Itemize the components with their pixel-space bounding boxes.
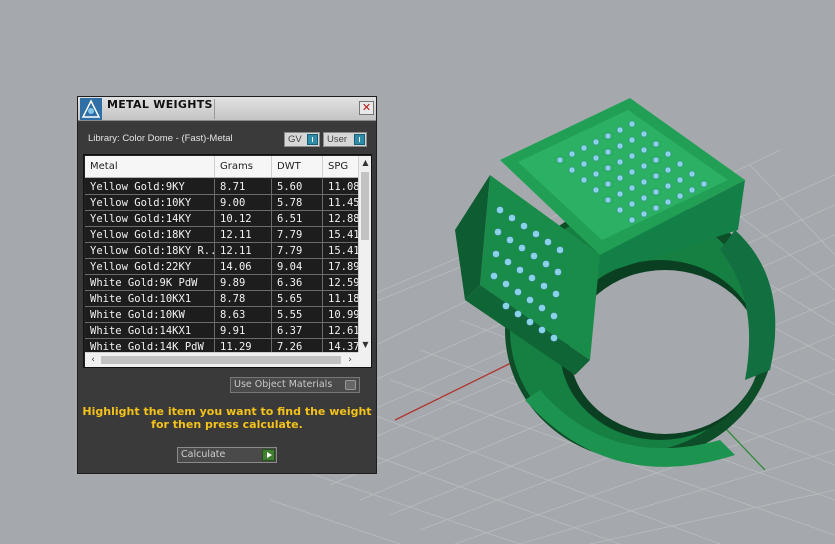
table-body: Yellow Gold:9KY 8.71 5.60 11.08 Yellow Gold… xyxy=(85,179,358,355)
cell-grams: 12.11 xyxy=(215,243,272,258)
table-row[interactable]: Yellow Gold:22KY 14.06 9.04 17.89 xyxy=(85,259,358,275)
cell-metal: Yellow Gold:10KY xyxy=(85,195,215,210)
cell-spg: 10.99 xyxy=(328,309,358,321)
cell-spg: 12.59 xyxy=(328,277,358,289)
scroll-up-icon[interactable]: ▲ xyxy=(360,157,371,169)
cell-spg: 11.08 xyxy=(328,181,358,193)
cell-dwt: 7.79 xyxy=(272,243,323,258)
use-object-materials-label: Use Object Materials xyxy=(234,379,333,390)
cell-spg: 17.89 xyxy=(328,261,358,273)
calculate-label: Calculate xyxy=(181,449,226,460)
gv-toggle-label: GV xyxy=(288,134,302,145)
cell-dwt: 5.78 xyxy=(272,195,323,210)
scroll-down-icon[interactable]: ▼ xyxy=(360,339,371,351)
cell-dwt: 6.37 xyxy=(272,323,323,338)
table-row[interactable]: Yellow Gold:9KY 8.71 5.60 11.08 xyxy=(85,179,358,195)
cell-metal: White Gold:10KW xyxy=(85,307,215,322)
calculate-button[interactable]: Calculate xyxy=(177,447,277,463)
table-row[interactable]: Yellow Gold:18KY 12.11 7.79 15.41 xyxy=(85,227,358,243)
cell-metal: Yellow Gold:9KY xyxy=(85,179,215,194)
cell-metal: Yellow Gold:18KY R... xyxy=(85,243,215,258)
user-toggle-label: User xyxy=(327,134,348,145)
table-row[interactable]: Yellow Gold:18KY R... 12.11 7.79 15.41 xyxy=(85,243,358,259)
play-icon[interactable] xyxy=(262,449,275,461)
cell-grams: 9.00 xyxy=(215,195,272,210)
vertical-scroll-thumb[interactable] xyxy=(361,172,369,240)
gv-toggle[interactable]: GV xyxy=(284,132,320,147)
radio-indicator-icon[interactable] xyxy=(345,380,356,390)
table-row[interactable]: White Gold:9K PdW 9.89 6.36 12.59 xyxy=(85,275,358,291)
metal-table: Metal Grams DWT SPG Yellow Gold:9KY 8.71 5… xyxy=(83,154,372,368)
close-button[interactable]: ✕ xyxy=(359,101,374,115)
cell-dwt: 6.51 xyxy=(272,211,323,226)
cell-grams: 14.06 xyxy=(215,259,272,274)
vertical-scrollbar[interactable]: ▲ ▼ xyxy=(358,156,371,352)
column-header-dwt[interactable]: DWT xyxy=(272,156,323,177)
table-header: Metal Grams DWT SPG xyxy=(85,156,358,178)
help-text-line2: for then press calculate. xyxy=(151,418,303,431)
cell-dwt: 6.36 xyxy=(272,275,323,290)
table-row[interactable]: White Gold:14KX1 9.91 6.37 12.61 xyxy=(85,323,358,339)
library-label: Library: Color Dome - (Fast)-Metal xyxy=(88,133,233,144)
cell-spg: 11.45 xyxy=(328,197,358,209)
column-header-grams[interactable]: Grams xyxy=(215,156,272,177)
cell-metal: White Gold:10KX1 xyxy=(85,291,215,306)
cell-dwt: 9.04 xyxy=(272,259,323,274)
cell-spg: 11.18 xyxy=(328,293,358,305)
cell-metal: White Gold:14KX1 xyxy=(85,323,215,338)
metal-weights-panel: METAL WEIGHTS ✕ Library: Color Dome - (F… xyxy=(77,96,377,474)
cell-metal: Yellow Gold:22KY xyxy=(85,259,215,274)
use-object-materials-option[interactable]: Use Object Materials xyxy=(230,377,360,393)
cell-dwt: 5.65 xyxy=(272,291,323,306)
cell-spg: 12.88 xyxy=(328,213,358,225)
cell-spg: 15.41 xyxy=(328,245,358,257)
ring-model xyxy=(455,98,776,467)
column-header-spg[interactable]: SPG xyxy=(323,156,358,177)
panel-title: METAL WEIGHTS xyxy=(107,98,213,111)
cell-grams: 9.91 xyxy=(215,323,272,338)
column-header-metal[interactable]: Metal xyxy=(85,156,215,177)
cell-grams: 12.11 xyxy=(215,227,272,242)
table-row[interactable]: Yellow Gold:14KY 10.12 6.51 12.88 xyxy=(85,211,358,227)
cell-grams: 8.63 xyxy=(215,307,272,322)
cell-metal: Yellow Gold:18KY xyxy=(85,227,215,242)
cell-spg: 12.61 xyxy=(328,325,358,337)
cell-spg: 15.41 xyxy=(328,229,358,241)
horizontal-scroll-thumb[interactable] xyxy=(101,356,341,364)
table-row[interactable]: White Gold:10KW 8.63 5.55 10.99 xyxy=(85,307,358,323)
close-icon: ✕ xyxy=(361,101,372,114)
scroll-right-icon[interactable]: › xyxy=(344,354,356,366)
scroll-left-icon[interactable]: ‹ xyxy=(87,354,99,366)
user-toggle[interactable]: User xyxy=(323,132,367,147)
panel-titlebar[interactable]: METAL WEIGHTS ✕ xyxy=(78,97,376,121)
help-text: Highlight the item you want to find the … xyxy=(78,405,376,431)
app-logo-icon xyxy=(80,98,102,120)
horizontal-scrollbar[interactable]: ‹ › xyxy=(85,352,358,367)
cell-dwt: 7.79 xyxy=(272,227,323,242)
cell-grams: 9.89 xyxy=(215,275,272,290)
cell-grams: 8.78 xyxy=(215,291,272,306)
title-divider xyxy=(214,99,215,119)
cell-metal: Yellow Gold:14KY xyxy=(85,211,215,226)
cell-dwt: 5.60 xyxy=(272,179,323,194)
table-row[interactable]: White Gold:10KX1 8.78 5.65 11.18 xyxy=(85,291,358,307)
toggle-knob-icon xyxy=(354,134,365,145)
cell-grams: 8.71 xyxy=(215,179,272,194)
cell-dwt: 5.55 xyxy=(272,307,323,322)
cell-grams: 10.12 xyxy=(215,211,272,226)
table-row[interactable]: Yellow Gold:10KY 9.00 5.78 11.45 xyxy=(85,195,358,211)
scrollbar-corner xyxy=(358,352,371,367)
toggle-knob-icon xyxy=(307,134,318,145)
cell-metal: White Gold:9K PdW xyxy=(85,275,215,290)
help-text-line1: Highlight the item you want to find the … xyxy=(82,405,372,418)
